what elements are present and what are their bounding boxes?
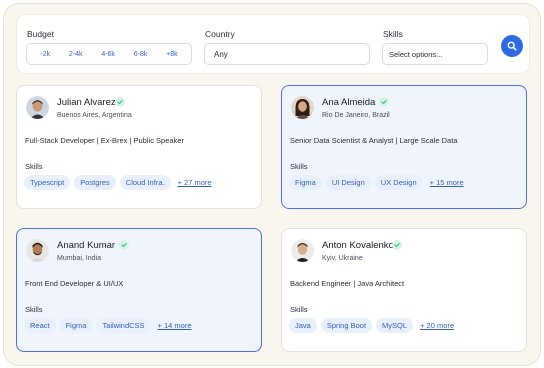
budget-option[interactable]: -2k — [40, 51, 50, 58]
profile-card-anand[interactable]: Anand Kumar Mumbai, India Front End Deve… — [16, 228, 262, 352]
avatar — [291, 239, 314, 262]
profile-headline: Senior Data Scientist & Analyst | Large … — [290, 136, 458, 145]
more-skills-link[interactable]: + 20 more — [420, 321, 454, 330]
skills-heading: Skills — [290, 305, 308, 314]
budget-range-selector: -2k 2-4k 4-6k 6-8k +8k — [26, 43, 192, 65]
app-frame: Budget -2k 2-4k 4-6k 6-8k +8k Country An… — [3, 3, 541, 366]
profile-headline: Backend Engineer | Java Architect — [290, 279, 405, 288]
profile-location: Buenos Aires, Argentina — [57, 112, 132, 119]
skill-chip[interactable]: Figma — [289, 175, 322, 190]
skill-chips: Java Spring Boot MySQL + 20 more — [289, 318, 454, 333]
profile-card-julian[interactable]: Julian Alvarez Buenos Aires, Argentina F… — [16, 85, 262, 209]
budget-option[interactable]: 4-6k — [101, 51, 115, 58]
skills-label: Skills — [383, 29, 403, 39]
filter-bar: Budget -2k 2-4k 4-6k 6-8k +8k Country An… — [16, 14, 530, 74]
more-skills-link[interactable]: + 27 more — [178, 178, 212, 187]
skill-chip[interactable]: Cloud Infra. — [119, 175, 171, 190]
avatar — [26, 239, 49, 262]
profile-name[interactable]: Anton Kovalenko — [322, 240, 394, 251]
budget-option[interactable]: +8k — [166, 51, 177, 58]
skill-chip[interactable]: Postgres — [74, 175, 116, 190]
skill-chip[interactable]: React — [24, 318, 56, 333]
country-field[interactable]: Any — [204, 43, 370, 65]
profile-headline: Full-Stack Developer | Ex-Brex | Public … — [25, 136, 184, 145]
skills-select[interactable]: Select options... — [382, 43, 488, 65]
skill-chip[interactable]: Figma — [59, 318, 93, 333]
avatar — [291, 96, 314, 119]
profile-card-ana[interactable]: Ana Almeida Rio De Janeiro, Brazil Senio… — [281, 85, 527, 209]
skills-heading: Skills — [25, 305, 43, 314]
budget-label: Budget — [27, 29, 54, 39]
skills-heading: Skills — [290, 162, 308, 171]
skill-chip[interactable]: Java — [289, 318, 317, 333]
avatar — [26, 96, 49, 119]
verified-check-icon — [379, 97, 389, 107]
profile-location: Kyiv, Ukraine — [322, 255, 363, 262]
verified-check-icon — [115, 97, 125, 107]
profile-location: Rio De Janeiro, Brazil — [322, 112, 390, 119]
skill-chips: React Figma TailwindCSS + 14 more — [24, 318, 192, 333]
profile-name[interactable]: Ana Almeida — [322, 97, 375, 108]
skill-chip[interactable]: MySQL — [376, 318, 414, 333]
profile-headline: Front End Developer & UI/UX — [25, 279, 124, 288]
skill-chip[interactable]: UX Design — [374, 175, 423, 190]
skill-chip[interactable]: Spring Boot — [320, 318, 373, 333]
verified-check-icon — [392, 240, 402, 250]
profile-name[interactable]: Julian Alvarez — [57, 97, 116, 108]
budget-option[interactable]: 2-4k — [69, 51, 83, 58]
verified-check-icon — [119, 240, 129, 250]
skill-chips: Typescript Postgres Cloud Infra. + 27 mo… — [24, 175, 212, 190]
country-label: Country — [205, 29, 235, 39]
skill-chips: Figma UI Design UX Design + 15 more — [289, 175, 464, 190]
skill-chip[interactable]: Typescript — [24, 175, 71, 190]
more-skills-link[interactable]: + 14 more — [158, 321, 192, 330]
budget-option[interactable]: 6-8k — [134, 51, 148, 58]
search-icon — [507, 41, 517, 51]
search-button[interactable] — [501, 35, 523, 57]
skill-chip[interactable]: UI Design — [325, 175, 371, 190]
more-skills-link[interactable]: + 15 more — [430, 178, 464, 187]
profile-name[interactable]: Anand Kumar — [57, 240, 115, 251]
profile-card-anton[interactable]: Anton Kovalenko Kyiv, Ukraine Backend En… — [281, 228, 527, 352]
skill-chip[interactable]: TailwindCSS — [96, 318, 151, 333]
profile-location: Mumbai, India — [57, 255, 101, 262]
skills-heading: Skills — [25, 162, 43, 171]
